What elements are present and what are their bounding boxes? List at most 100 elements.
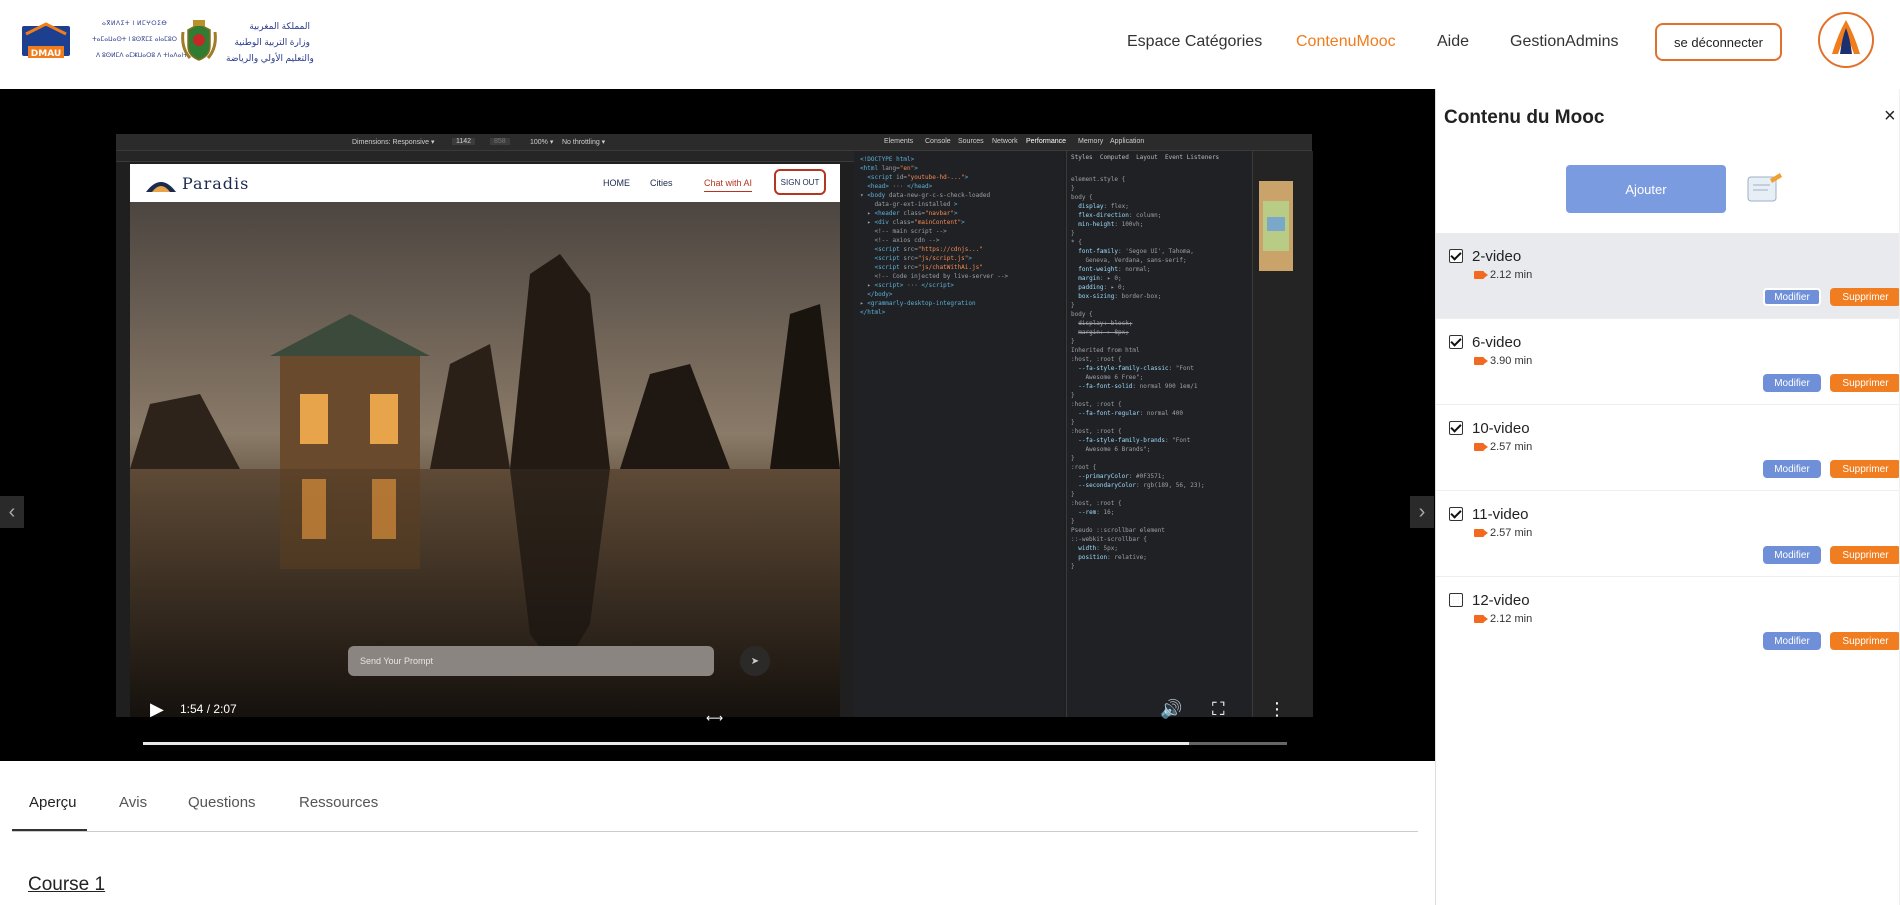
logo-line-2: ⵜⴰⵎⴰⵡⴰⵙⵜ ⵏ ⵓⵙⴳⵎⵉ ⴰⵏⴰⵎⵓⵔ <box>92 36 178 43</box>
nav-gestion-admins[interactable]: GestionAdmins <box>1510 33 1619 51</box>
svg-text:DMAU: DMAU <box>31 49 61 59</box>
devtools-zoom: 100% ▾ <box>530 139 554 146</box>
list-item[interactable]: 12-video 2.12 min Modifier Supprimer <box>1436 577 1900 662</box>
logo-ar-line-3: والتعليم الأولي والرياضة <box>226 53 314 63</box>
devtools-tab-sources: Sources <box>958 138 984 145</box>
styles-tabs: Styles Computed Layout Event Listeners <box>1071 154 1220 161</box>
item-title: 6-video <box>1472 334 1522 351</box>
time-display: 1:54 / 2:07 <box>180 702 237 716</box>
devtools-box-model <box>1252 151 1313 717</box>
site-nav-home: HOME <box>603 178 630 188</box>
next-arrow-icon[interactable]: › <box>1410 496 1434 528</box>
list-item[interactable]: 2-video 2.12 min Modifier Supprimer <box>1436 233 1900 318</box>
item-title: 10-video <box>1472 420 1530 437</box>
logout-button[interactable]: se déconnecter <box>1655 23 1782 61</box>
site-nav-cities: Cities <box>650 178 673 188</box>
styles-rules: element.style { } body { display: flex; … <box>1071 176 1205 570</box>
modify-button[interactable]: Modifier <box>1763 546 1821 564</box>
devtools-elements-panel: <!DOCTYPE html> <html lang="en"> <script… <box>854 151 1064 717</box>
devtools-dimensions: Dimensions: Responsive ▾ <box>352 139 435 146</box>
item-checkbox[interactable] <box>1449 593 1463 607</box>
user-avatar[interactable] <box>1818 12 1874 68</box>
modify-button[interactable]: Modifier <box>1763 460 1821 478</box>
devtools-tab-elements: Elements <box>884 138 914 145</box>
logo-ar-line-1: المملكة المغربية <box>249 21 310 31</box>
item-checkbox[interactable] <box>1449 249 1463 263</box>
play-icon[interactable]: ▶ <box>150 699 164 720</box>
video-controls: ▶ 1:54 / 2:07 ⟷ 🔊 ⛶ ⋮ <box>0 689 1435 761</box>
video-progress-bar[interactable] <box>143 742 1287 745</box>
video-camera-icon <box>1474 357 1488 365</box>
item-duration: 2.57 min <box>1490 441 1533 453</box>
item-duration: 3.90 min <box>1490 355 1533 367</box>
site-brand: Paradis <box>182 174 250 193</box>
item-title: 12-video <box>1472 592 1530 609</box>
modify-button[interactable]: Modifier <box>1763 632 1821 650</box>
devtools-width: 1142 <box>452 138 476 145</box>
dmau-logo[interactable]: DMAU <box>20 20 72 64</box>
modify-button[interactable]: Modifier <box>1763 374 1821 392</box>
volume-icon[interactable]: 🔊 <box>1160 699 1182 720</box>
item-checkbox[interactable] <box>1449 421 1463 435</box>
devtools-throttle: No throttling ▾ <box>562 139 606 146</box>
devtools-dom-tree: <!DOCTYPE html> <html lang="en"> <script… <box>860 156 1009 316</box>
delete-button[interactable]: Supprimer <box>1830 288 1900 306</box>
nav-aide[interactable]: Aide <box>1437 33 1469 51</box>
tab-ressources[interactable]: Ressources <box>299 794 378 811</box>
course-title: Course 1 <box>28 874 106 895</box>
video-frame: Dimensions: Responsive ▾ 1142 858 100% ▾… <box>116 134 1313 717</box>
item-duration: 2.57 min <box>1490 527 1533 539</box>
list-item[interactable]: 10-video 2.57 min Modifier Supprimer <box>1436 405 1900 490</box>
fullscreen-icon[interactable]: ⛶ <box>1212 699 1225 720</box>
add-button[interactable]: Ajouter <box>1566 165 1726 213</box>
video-camera-icon <box>1474 271 1488 279</box>
video-progress-fill <box>143 742 1189 745</box>
embedded-site-preview: Paradis HOME Cities Chat with AI SIGN OU… <box>130 164 840 717</box>
logo-line-3: ⴷ ⵓⵙⵍⵎⴷ ⴰⵎⵣⵡⴰⵔⵓ ⴷ ⵜⵏⴰⴷⴰⵏⵜ <box>96 52 188 59</box>
list-item[interactable]: 6-video 3.90 min Modifier Supprimer <box>1436 319 1900 404</box>
logo-line-1: ⴰⴳⵍⴷⵉⵜ ⵏ ⵍⵎⵖⵔⵉⴱ <box>102 20 168 27</box>
devtools-styles-panel: Styles Computed Layout Event Listeners e… <box>1066 151 1253 717</box>
video-camera-icon <box>1474 529 1488 537</box>
delete-button[interactable]: Supprimer <box>1830 374 1900 392</box>
edit-note-icon[interactable] <box>1744 171 1784 207</box>
devtools-tab-application: Application <box>1110 138 1145 145</box>
delete-button[interactable]: Supprimer <box>1830 632 1900 650</box>
close-icon[interactable]: × <box>1884 105 1896 128</box>
item-checkbox[interactable] <box>1449 335 1463 349</box>
devtools-height: 858 <box>490 138 510 145</box>
delete-button[interactable]: Supprimer <box>1830 460 1900 478</box>
panel-title: Contenu du Mooc <box>1444 107 1605 128</box>
video-player[interactable]: Dimensions: Responsive ▾ 1142 858 100% ▾… <box>0 89 1435 761</box>
content-tabs: Aperçu Avis Questions Ressources <box>12 762 1418 832</box>
site-signout: SIGN OUT <box>774 169 826 195</box>
nav-contenu-mooc[interactable]: ContenuMooc <box>1296 33 1396 51</box>
devtools-tab-console: Console <box>925 138 951 145</box>
devtools-ruler <box>116 151 854 162</box>
video-camera-icon <box>1474 443 1488 451</box>
nav-espace-categories[interactable]: Espace Catégories <box>1127 33 1262 51</box>
site-logo-icon <box>146 182 176 192</box>
box-model-content <box>1267 217 1285 231</box>
tab-avis[interactable]: Avis <box>119 794 147 811</box>
site-navbar: Paradis HOME Cities Chat with AI SIGN OU… <box>130 164 840 202</box>
mooc-content-panel: Contenu du Mooc × Ajouter 2-video 2.12 m… <box>1435 89 1900 905</box>
item-checkbox[interactable] <box>1449 507 1463 521</box>
item-duration: 2.12 min <box>1490 613 1533 625</box>
more-options-icon[interactable]: ⋮ <box>1268 699 1286 720</box>
item-duration: 2.12 min <box>1490 269 1533 281</box>
item-title: 11-video <box>1472 506 1529 523</box>
logo-ar-line-2: وزارة التربية الوطنية <box>234 37 310 47</box>
marrakech-scene <box>130 202 840 717</box>
tab-apercu[interactable]: Aperçu <box>29 794 77 811</box>
devtools-tab-performance: Performance <box>1026 138 1067 145</box>
modify-button[interactable]: Modifier <box>1763 288 1821 306</box>
site-nav-chat: Chat with AI <box>704 178 753 192</box>
tab-questions[interactable]: Questions <box>188 794 256 811</box>
list-item[interactable]: 11-video 2.57 min Modifier Supprimer <box>1436 491 1900 576</box>
delete-button[interactable]: Supprimer <box>1830 546 1900 564</box>
item-title: 2-video <box>1472 248 1522 265</box>
flame-logo-icon <box>1832 20 1860 54</box>
devtools-tab-network: Network <box>992 138 1018 145</box>
prev-arrow-icon[interactable]: ‹ <box>0 496 24 528</box>
